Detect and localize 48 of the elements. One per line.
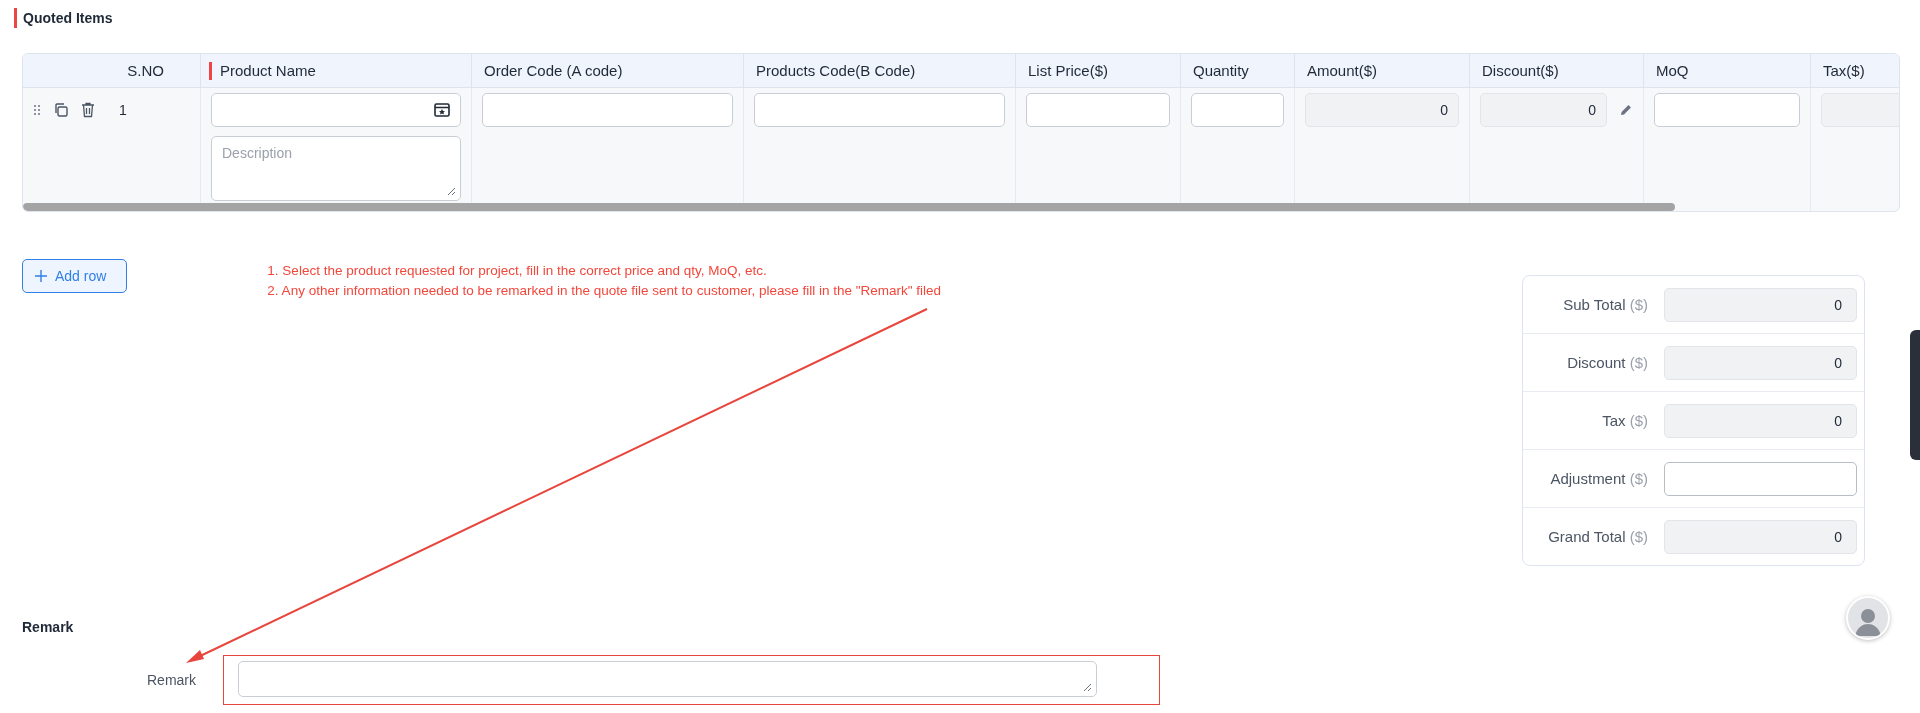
column-header: Products Code(B Code) — [756, 62, 916, 79]
lookup-icon[interactable] — [434, 103, 450, 117]
total-label: Adjustment ($) — [1549, 470, 1648, 487]
readonly-field: 0 — [1664, 287, 1857, 322]
input-field[interactable] — [754, 93, 1005, 127]
column-header: Discount($) — [1482, 62, 1559, 79]
total-label: Discount ($) — [1566, 354, 1648, 371]
column-header: MoQ — [1656, 62, 1689, 79]
pencil-icon[interactable] — [1619, 103, 1633, 117]
row-number: 1 — [119, 102, 127, 118]
total-label: Tax ($) — [1601, 412, 1648, 429]
input-field[interactable] — [1654, 93, 1800, 127]
remark-field[interactable] — [238, 661, 1097, 697]
copy-icon[interactable] — [53, 102, 69, 118]
avatar-icon[interactable] — [1846, 596, 1890, 640]
column-header: Order Code (A code) — [484, 62, 623, 79]
drag-handle-icon[interactable] — [33, 104, 41, 116]
input-field[interactable] — [1664, 461, 1857, 496]
column-header: Amount($) — [1307, 62, 1378, 79]
remark-label: Remark — [147, 672, 197, 688]
add-row-button[interactable]: Add row — [22, 259, 128, 293]
column-header: Product Name — [220, 62, 316, 79]
resize-grip-icon[interactable] — [446, 186, 456, 196]
remark-heading: Remark — [22, 619, 75, 635]
readonly-field: 0 — [1664, 345, 1857, 380]
resize-grip-icon[interactable] — [1082, 682, 1092, 692]
description-field[interactable]: Description — [211, 136, 461, 201]
readonly-field: 0 — [1305, 93, 1459, 127]
input-field[interactable] — [1026, 93, 1170, 127]
readonly-field: 0 — [1480, 93, 1607, 127]
column-header: Quantity — [1193, 62, 1249, 79]
column-header: List Price($) — [1028, 62, 1109, 79]
total-label: Grand Total ($) — [1547, 528, 1648, 545]
annotation-text: 2. Any other information needed to be remarked in the quote file sent to customer, please fill in the "Remark" filed — [267, 282, 942, 300]
input-field[interactable] — [482, 93, 733, 127]
annotation-text: 1. Select the product requested for project, fill in the correct price and qty, MoQ, etc. — [267, 262, 768, 280]
plus-icon — [35, 270, 47, 282]
input-field[interactable] — [1191, 93, 1284, 127]
scrollbar[interactable] — [23, 203, 1675, 211]
total-label: Sub Total ($) — [1562, 296, 1648, 313]
section-title: Quoted Items — [23, 10, 113, 26]
product-name-field[interactable] — [211, 93, 461, 127]
column-header: S.NO — [127, 62, 164, 79]
readonly-field: 0 — [1664, 519, 1857, 554]
readonly-field: 0 — [1664, 403, 1857, 438]
trash-icon[interactable] — [81, 102, 95, 118]
column-header: Tax($) — [1823, 62, 1865, 79]
scrollbar[interactable] — [1910, 330, 1920, 460]
